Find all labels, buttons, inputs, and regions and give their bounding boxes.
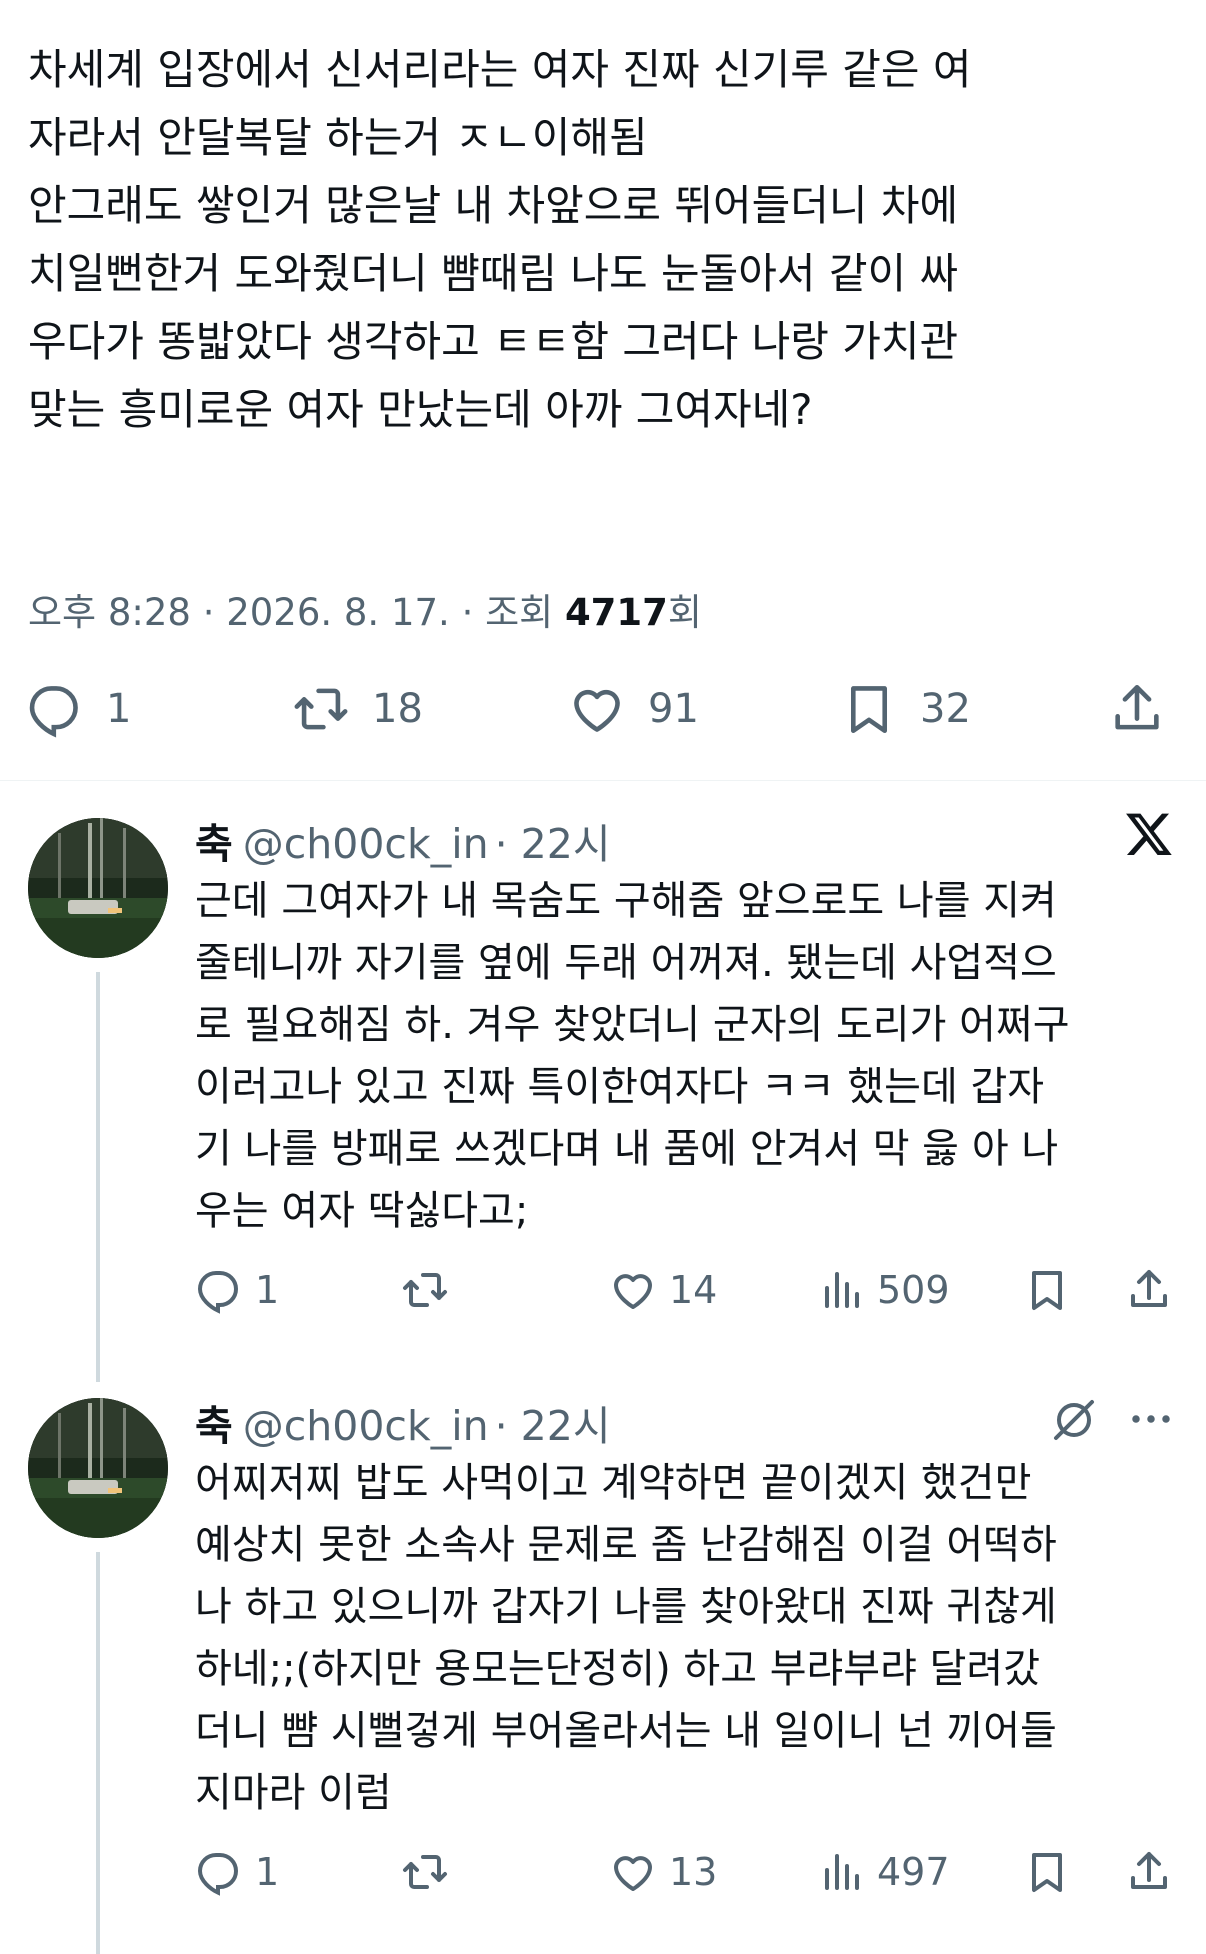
avatar-image — [28, 818, 168, 958]
views-icon — [825, 1854, 859, 1890]
repost-button[interactable] — [401, 1848, 449, 1896]
reply-icon — [197, 1853, 239, 1896]
like-count: 14 — [669, 1268, 718, 1312]
post-meta: 오후 8:28 · 2026. 8. 17. · 조회 4717회 — [28, 582, 702, 636]
repost-icon — [294, 688, 348, 730]
reply-header: 축 @ch00ck_in · 22시 — [195, 1392, 611, 1452]
reply-count: 1 — [255, 1850, 280, 1894]
repost-icon — [403, 1273, 447, 1307]
reply-button[interactable]: 1 — [195, 1848, 279, 1896]
post-line: 치일뻔한거 도와줬더니 뺨때림 나도 눈돌아서 같이 싸 — [28, 249, 959, 298]
views-count: 509 — [877, 1268, 950, 1312]
reply-line: 예상치 못한 소속사 문제로 좀 난감해짐 이걸 어떡하 — [195, 1522, 1057, 1568]
author-name[interactable]: 축 — [195, 820, 233, 868]
x-logo-icon — [1122, 808, 1176, 866]
reply-line: 이러고나 있고 진짜 특이한여자다 ㅋㅋ 했는데 갑자 — [195, 1064, 1045, 1110]
post-line: 차세계 입장에서 신서리라는 여자 진짜 신기루 같은 여 — [28, 45, 972, 94]
like-icon — [574, 689, 620, 732]
thread-line — [96, 1552, 100, 1954]
author-handle[interactable]: @ch00ck_in — [243, 1402, 489, 1450]
share-button[interactable] — [1125, 1266, 1173, 1314]
reply-text: 어찌저찌 밥도 사먹이고 계약하면 끝이겠지 했건만 예상치 못한 소속사 문제… — [195, 1452, 1185, 1824]
bookmark-button[interactable]: 32 — [840, 680, 971, 738]
post-line: 안그래도 쌓인거 많은날 내 차앞으로 뛰어들더니 차에 — [28, 181, 959, 230]
reply-text: 근데 그여자가 내 목숨도 구해줌 앞으로도 나를 지켜 줄테니까 자기를 옆에… — [195, 870, 1185, 1242]
reply-header: 축 @ch00ck_in · 22시 — [195, 810, 611, 870]
reply-line: 나 하고 있으니까 갑자기 나를 찾아왔대 진짜 귀찮게 — [195, 1584, 1057, 1630]
post-line: 우다가 똥밟았다 생각하고 ㅌㅌ함 그러다 나랑 가치관 — [28, 317, 959, 366]
reply-count: 1 — [106, 686, 132, 732]
like-count: 91 — [648, 686, 699, 732]
views-count: 497 — [877, 1850, 950, 1894]
views-button[interactable]: 497 — [817, 1848, 950, 1896]
repost-button[interactable] — [401, 1266, 449, 1314]
reply-icon — [29, 686, 78, 738]
reply-line: 로 필요해짐 하. 겨우 찾았더니 군자의 도리가 어쩌구 — [195, 1002, 1070, 1048]
grok-icon[interactable] — [1050, 1396, 1098, 1448]
reply-line: 줄테니까 자기를 옆에 두래 어꺼져. 됐는데 사업적으 — [195, 940, 1057, 986]
author-name[interactable]: 축 — [195, 1402, 233, 1450]
more-icon[interactable] — [1128, 1404, 1174, 1438]
avatar-image — [28, 1398, 168, 1538]
bookmark-button[interactable] — [1023, 1848, 1071, 1896]
repost-icon — [403, 1855, 447, 1889]
post-line: 자라서 안달복달 하는거 ㅈㄴ이해됨 — [28, 113, 648, 162]
like-icon — [614, 1274, 652, 1309]
bookmark-icon — [1032, 1853, 1062, 1892]
reply-line: 지마라 이럼 — [195, 1770, 392, 1816]
reply-time: · 22시 — [494, 820, 611, 868]
post-line: 맞는 흥미로운 여자 만났는데 아까 그여자네? — [28, 385, 813, 434]
reply-line: 근데 그여자가 내 목숨도 구해줌 앞으로도 나를 지켜 — [195, 878, 1057, 924]
share-button[interactable] — [1125, 1848, 1173, 1896]
like-button[interactable]: 13 — [609, 1848, 717, 1896]
thread-line — [96, 972, 100, 1382]
like-button[interactable]: 91 — [568, 680, 699, 738]
view-count: 4717 — [564, 591, 668, 634]
reply-icon — [197, 1271, 239, 1314]
share-icon — [1131, 1852, 1167, 1889]
views-icon — [825, 1272, 859, 1308]
reply-button[interactable]: 1 — [26, 680, 131, 738]
bookmark-button[interactable] — [1023, 1266, 1071, 1314]
repost-count: 18 — [372, 686, 423, 732]
avatar[interactable] — [28, 818, 168, 958]
share-icon — [1115, 684, 1159, 730]
repost-button[interactable]: 18 — [292, 680, 423, 738]
like-count: 13 — [669, 1850, 718, 1894]
like-button[interactable]: 14 — [609, 1266, 717, 1314]
reply-line: 더니 뺨 시뻘겋게 부어올라서는 내 일이니 넌 끼어들 — [195, 1708, 1057, 1754]
reply-line: 우는 여자 딱싫다고; — [195, 1188, 529, 1234]
divider — [0, 780, 1206, 781]
share-button[interactable] — [1108, 680, 1166, 738]
reply-line: 하네;;(하지만 용모는단정히) 하고 부랴부랴 달려갔 — [195, 1646, 1041, 1692]
post-actions: 1 18 91 32 — [0, 680, 1206, 750]
reply-line: 어찌저찌 밥도 사먹이고 계약하면 끝이겠지 했건만 — [195, 1460, 1032, 1506]
bookmark-icon — [1032, 1271, 1062, 1310]
reply-time: · 22시 — [494, 1402, 611, 1450]
reply-actions: 1 14 509 — [195, 1266, 1185, 1326]
author-handle[interactable]: @ch00ck_in — [243, 820, 489, 868]
share-icon — [1131, 1270, 1167, 1307]
views-button[interactable]: 509 — [817, 1266, 950, 1314]
reply-button[interactable]: 1 — [195, 1266, 279, 1314]
post-text: 차세계 입장에서 신서리라는 여자 진짜 신기루 같은 여 자라서 안달복달 하… — [28, 36, 1178, 444]
bookmark-count: 32 — [920, 686, 971, 732]
post-timestamp: 오후 8:28 · 2026. 8. 17. · 조회 — [28, 591, 565, 634]
reply-count: 1 — [255, 1268, 280, 1312]
view-suffix: 회 — [667, 591, 702, 634]
avatar[interactable] — [28, 1398, 168, 1538]
bookmark-icon — [850, 686, 888, 734]
reply-line: 기 나를 방패로 쓰겠다며 내 품에 안겨서 막 읋 아 나 — [195, 1126, 1059, 1172]
reply-actions: 1 13 497 — [195, 1848, 1185, 1908]
like-icon — [614, 1856, 652, 1891]
